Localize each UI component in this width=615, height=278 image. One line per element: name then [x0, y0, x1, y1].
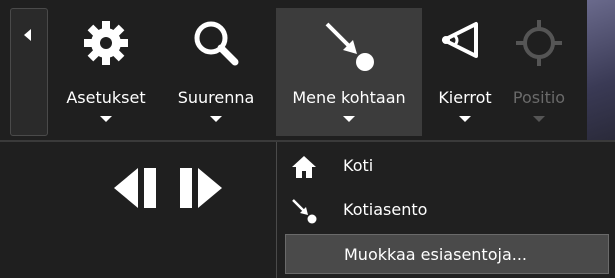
zoom-label: Suurenna	[177, 88, 255, 107]
chevron-down-icon	[100, 116, 112, 122]
chevron-down-icon	[459, 116, 471, 122]
rotations-button[interactable]: Kierrot	[428, 8, 502, 136]
goto-button[interactable]: Mene kohtaan	[276, 8, 422, 136]
rotation-icon	[440, 18, 490, 72]
menu-item-home[interactable]: Koti	[277, 146, 615, 186]
position-button[interactable]: Positio	[506, 8, 572, 136]
gear-icon	[81, 18, 131, 72]
chevron-down-icon	[210, 116, 222, 122]
step-forward-button[interactable]	[176, 165, 226, 211]
step-back-button[interactable]	[112, 165, 162, 211]
menu-item-home-position[interactable]: Kotiasento	[277, 190, 615, 230]
settings-button[interactable]: Asetukset	[58, 8, 154, 136]
chevron-down-icon	[343, 116, 355, 122]
goto-arrow-icon	[321, 18, 377, 78]
step-forward-icon	[176, 165, 226, 215]
magnifier-icon	[191, 18, 241, 72]
playback-controls	[112, 165, 232, 211]
settings-label: Asetukset	[66, 88, 146, 107]
goto-dropdown-menu: Koti Kotiasento Muokkaa esiasentoja...	[276, 142, 615, 278]
collapse-left-icon	[24, 29, 31, 41]
home-icon	[291, 154, 317, 180]
step-back-icon	[112, 165, 162, 215]
menu-item-label: Kotiasento	[343, 200, 428, 219]
menu-item-label: Muokkaa esiasentoja...	[344, 245, 527, 264]
toolbar: Asetukset Suurenna Mene kohtaan Kierrot …	[58, 8, 615, 136]
zoom-button[interactable]: Suurenna	[164, 8, 268, 136]
position-label: Positio	[512, 88, 566, 107]
collapse-panel-tab[interactable]	[10, 8, 48, 136]
menu-item-edit-presets[interactable]: Muokkaa esiasentoja...	[285, 234, 609, 274]
chevron-down-icon	[533, 116, 545, 122]
goto-arrow-icon	[291, 198, 317, 224]
menu-item-label: Koti	[343, 156, 374, 175]
goto-label: Mene kohtaan	[292, 88, 406, 107]
rotations-label: Kierrot	[438, 88, 492, 107]
crosshair-icon	[514, 18, 564, 72]
